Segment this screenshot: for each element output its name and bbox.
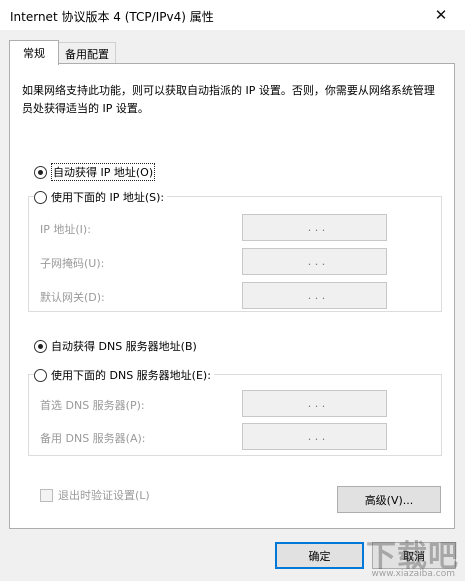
ip-address-label: IP 地址(I):: [40, 223, 91, 236]
preferred-dns-field[interactable]: . . .: [242, 390, 387, 417]
ip-auto-radio[interactable]: [34, 165, 47, 179]
validate-on-exit-checkbox[interactable]: [40, 488, 53, 502]
dns-auto-option[interactable]: 自动获得 DNS 服务器地址(B): [34, 338, 197, 354]
close-icon[interactable]: ✕: [418, 0, 464, 30]
advanced-button[interactable]: 高级(V)...: [337, 486, 441, 513]
ip-manual-label: 使用下面的 IP 地址(S):: [51, 191, 165, 204]
alternate-dns-field[interactable]: . . .: [242, 423, 387, 450]
subnet-mask-field[interactable]: . . .: [242, 248, 387, 275]
tab-alternate-configuration[interactable]: 备用配置: [58, 42, 116, 64]
ip-manual-radio[interactable]: [34, 190, 47, 204]
alternate-dns-label: 备用 DNS 服务器(A):: [40, 432, 146, 445]
dns-manual-radio[interactable]: [34, 368, 47, 382]
watermark-url: www.xiazaiba.com: [371, 569, 455, 579]
tab-label: 常规: [23, 47, 45, 60]
validate-on-exit-option[interactable]: 退出时验证设置(L): [40, 487, 150, 503]
dns-manual-option[interactable]: 使用下面的 DNS 服务器地址(E):: [34, 367, 214, 383]
dns-manual-label: 使用下面的 DNS 服务器地址(E):: [51, 369, 211, 382]
default-gateway-label: 默认网关(D):: [40, 291, 105, 304]
ip-auto-option[interactable]: 自动获得 IP 地址(O): [34, 163, 156, 181]
ip-auto-label: 自动获得 IP 地址(O): [51, 163, 156, 181]
dns-auto-label: 自动获得 DNS 服务器地址(B): [51, 340, 197, 353]
ip-manual-option[interactable]: 使用下面的 IP 地址(S):: [34, 189, 168, 205]
ok-button[interactable]: 确定: [275, 542, 364, 569]
tab-label: 备用配置: [65, 47, 109, 61]
validate-on-exit-label: 退出时验证设置(L): [58, 489, 150, 502]
description-text: 如果网络支持此功能，则可以获取自动指派的 IP 设置。否则，你需要从网络系统管理…: [22, 84, 435, 115]
ip-address-field[interactable]: . . .: [242, 214, 387, 241]
preferred-dns-label: 首选 DNS 服务器(P):: [40, 399, 145, 412]
subnet-mask-label: 子网掩码(U):: [40, 257, 105, 270]
default-gateway-field[interactable]: . . .: [242, 282, 387, 309]
tab-general[interactable]: 常规: [9, 40, 59, 65]
dns-auto-radio[interactable]: [34, 339, 47, 353]
window-title: Internet 协议版本 4 (TCP/IPv4) 属性: [10, 10, 214, 24]
